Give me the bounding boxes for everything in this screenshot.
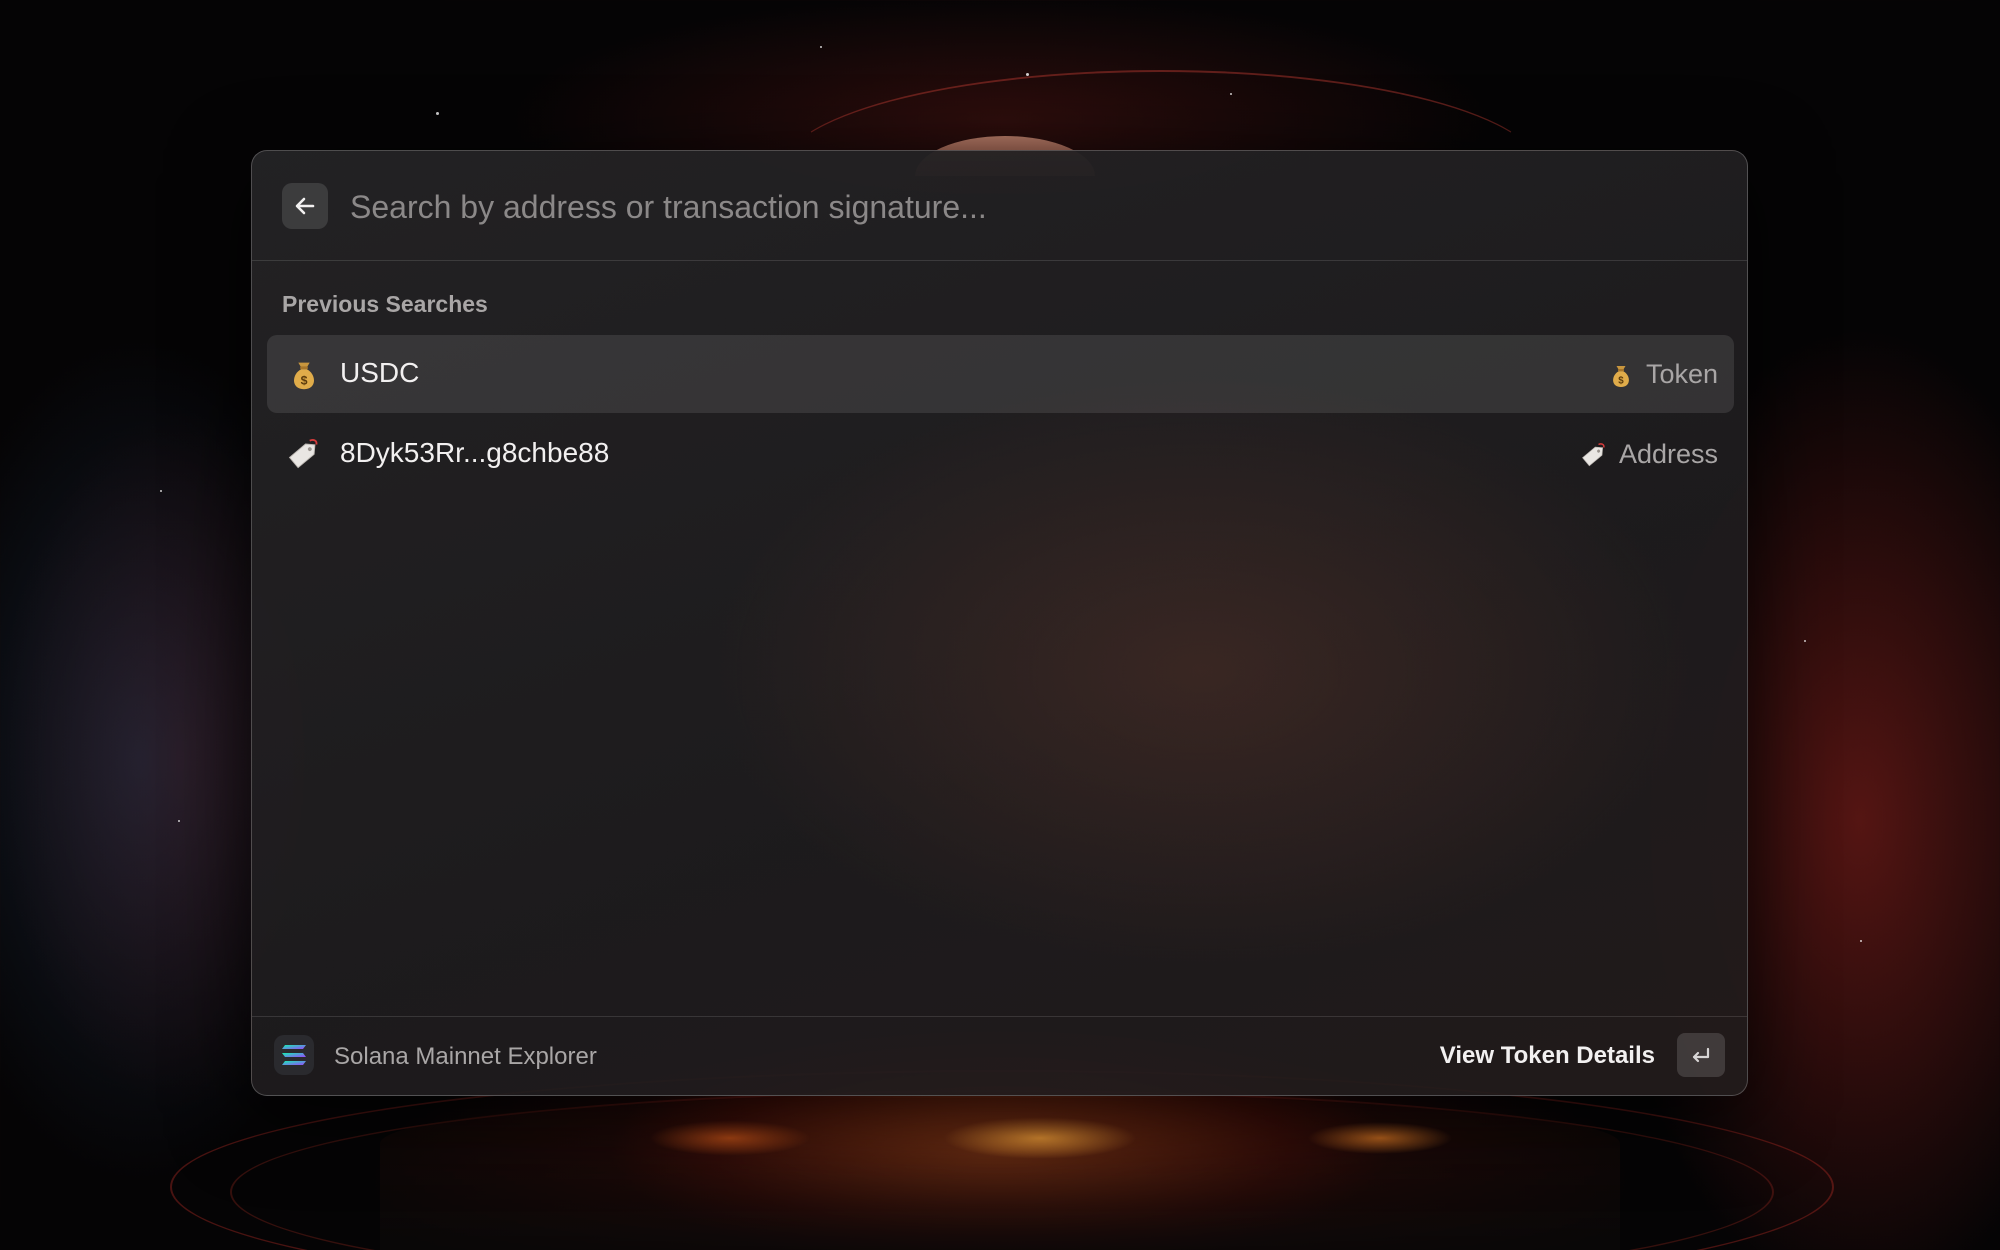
list-item-usdc[interactable]: $ USDC $ Token: [267, 335, 1734, 413]
list-item-type: Address: [1579, 439, 1718, 470]
list-item-type: $ Token: [1606, 359, 1718, 390]
star: [436, 112, 439, 115]
star: [1026, 73, 1029, 76]
primary-action-button[interactable]: View Token Details: [1440, 1042, 1655, 1070]
solana-logo-icon: [274, 1035, 314, 1075]
list-item-address[interactable]: 8Dyk53Rr...g8chbe88 Address: [267, 415, 1734, 493]
money-bag-icon: $: [1613, 365, 1629, 387]
arrow-left-icon: [295, 197, 315, 215]
star: [1804, 640, 1806, 642]
section-title: Previous Searches: [282, 291, 488, 317]
enter-key-button[interactable]: [1677, 1033, 1725, 1077]
star: [1860, 940, 1862, 942]
search-bar: [252, 151, 1747, 261]
footer-bar: Solana Mainnet Explorer View Token Detai…: [252, 1016, 1747, 1095]
star: [1230, 93, 1232, 95]
label-tag-icon: [288, 439, 318, 469]
label-tag-icon: [1581, 442, 1605, 466]
solana-icon: [282, 1045, 306, 1065]
return-key-icon: [1692, 1047, 1710, 1063]
svg-text:$: $: [1618, 375, 1624, 386]
search-palette: Previous Searches $ USDC $ Token: [251, 150, 1748, 1096]
svg-text:$: $: [301, 373, 308, 387]
back-button[interactable]: [282, 183, 328, 229]
type-label: Address: [1618, 439, 1718, 469]
app-name: Solana Mainnet Explorer: [334, 1043, 597, 1070]
search-input[interactable]: [348, 179, 1652, 235]
list-item-label: 8Dyk53Rr...g8chbe88: [340, 437, 610, 468]
results-list: $ USDC $ Token 8Dyk53Rr...g8chbe88 Addre…: [267, 335, 1734, 495]
money-bag-icon: $: [294, 362, 314, 390]
star: [178, 820, 180, 822]
type-label: Token: [1645, 359, 1718, 389]
lava-field: [380, 1098, 1620, 1250]
star: [160, 490, 162, 492]
list-item-label: USDC: [340, 357, 420, 388]
star: [820, 46, 822, 48]
